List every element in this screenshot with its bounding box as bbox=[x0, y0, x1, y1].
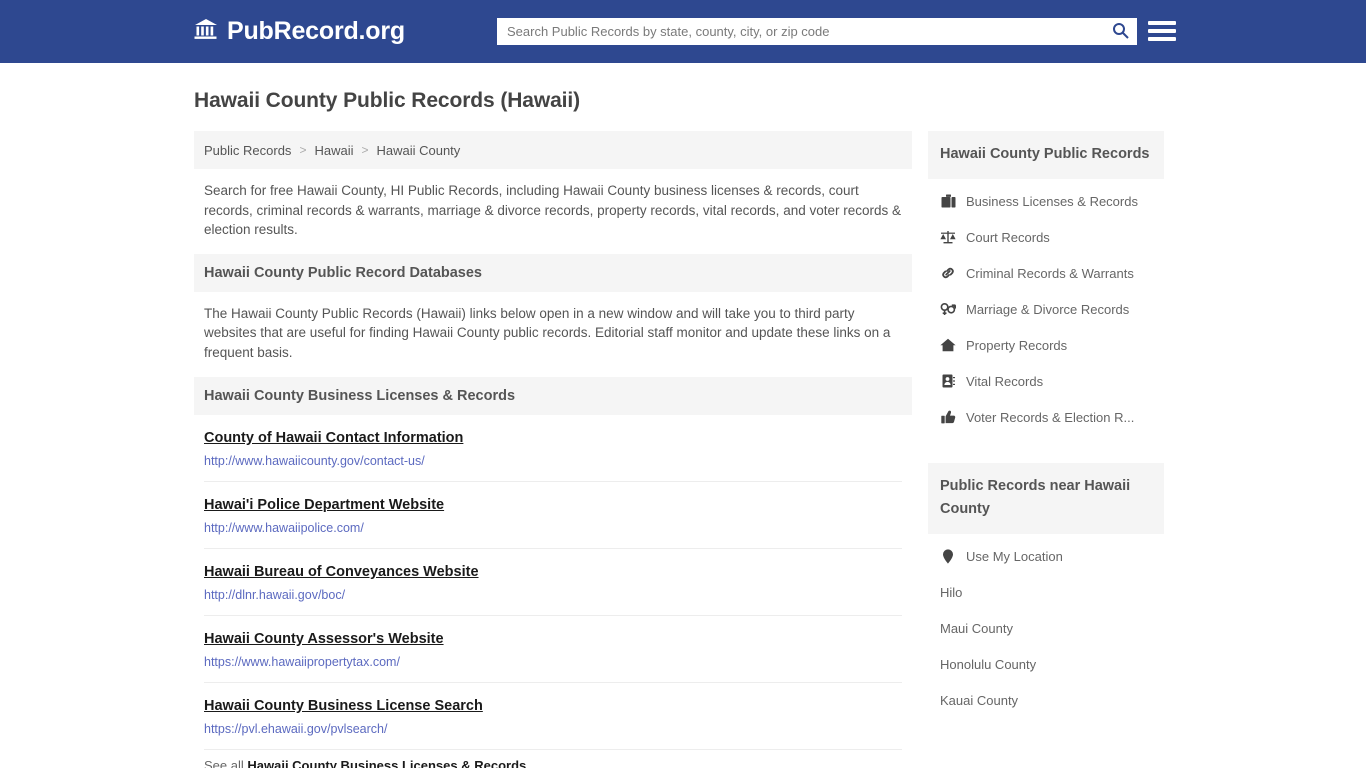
home-icon bbox=[940, 337, 956, 353]
sidebar-item-criminal-records[interactable]: Criminal Records & Warrants bbox=[928, 255, 1164, 291]
thumbs-up-icon bbox=[940, 409, 956, 425]
section-heading-business-licenses: Hawaii County Business Licenses & Record… bbox=[194, 376, 912, 415]
content-columns: Public Records > Hawaii > Hawaii County … bbox=[194, 131, 1172, 768]
sidebar-item-property-records[interactable]: Property Records bbox=[928, 327, 1164, 363]
sidebar-item-label: Use My Location bbox=[966, 548, 1063, 564]
sidebar: Hawaii County Public Records Business Li… bbox=[928, 131, 1164, 726]
sidebar-item-label: Business Licenses & Records bbox=[966, 193, 1138, 209]
sidebar-heading-near: Public Records near Hawaii County bbox=[928, 463, 1164, 534]
site-logo-link[interactable]: PubRecord.org bbox=[194, 17, 405, 46]
sidebar-item-label: Maui County bbox=[940, 620, 1013, 636]
list-item: Hawaii County Assessor's Website https:/… bbox=[204, 616, 902, 683]
intro-paragraph: Search for free Hawaii County, HI Public… bbox=[204, 183, 901, 238]
sidebar-item-label: Court Records bbox=[966, 229, 1050, 245]
map-pin-icon bbox=[940, 548, 956, 564]
sidebar-item-label: Honolulu County bbox=[940, 656, 1037, 672]
sidebar-item-marriage-divorce[interactable]: Marriage & Divorce Records bbox=[928, 291, 1164, 327]
record-link-title[interactable]: Hawaii Bureau of Conveyances Website bbox=[204, 564, 479, 580]
sidebar-item-hilo[interactable]: Hilo bbox=[928, 574, 1164, 610]
sidebar-item-label: Marriage & Divorce Records bbox=[966, 301, 1130, 317]
sidebar-item-use-my-location[interactable]: Use My Location bbox=[928, 538, 1164, 574]
page-container: Hawaii County Public Records (Hawaii) Pu… bbox=[0, 89, 1366, 768]
record-link-title[interactable]: Hawaii County Business License Search bbox=[204, 698, 483, 714]
link-chain-icon bbox=[940, 265, 956, 281]
sidebar-item-honolulu-county[interactable]: Honolulu County bbox=[928, 646, 1164, 682]
record-link-title[interactable]: Hawai'i Police Department Website bbox=[204, 497, 444, 513]
list-item: Hawaii County Business License Search ht… bbox=[204, 683, 902, 750]
breadcrumb: Public Records > Hawaii > Hawaii County bbox=[194, 131, 912, 169]
section-heading-databases: Hawaii County Public Record Databases bbox=[194, 253, 912, 292]
search-bar bbox=[497, 18, 1137, 45]
sidebar-item-vital-records[interactable]: Vital Records bbox=[928, 363, 1164, 399]
hamburger-menu-button[interactable] bbox=[1148, 18, 1176, 44]
record-link-url[interactable]: https://www.hawaiipropertytax.com/ bbox=[204, 655, 902, 669]
sidebar-item-maui-county[interactable]: Maui County bbox=[928, 610, 1164, 646]
hamburger-menu-icon bbox=[1148, 29, 1176, 33]
sidebar-item-business-licenses[interactable]: Business Licenses & Records bbox=[928, 183, 1164, 219]
address-book-icon bbox=[940, 373, 956, 389]
business-links-list: County of Hawaii Contact Information htt… bbox=[194, 415, 912, 768]
sidebar-near-block: Public Records near Hawaii County Use My… bbox=[928, 463, 1164, 726]
sidebar-heading-records: Hawaii County Public Records bbox=[928, 131, 1164, 179]
record-link-url[interactable]: http://dlnr.hawaii.gov/boc/ bbox=[204, 588, 902, 602]
sidebar-near-list: Use My Location Hilo Maui County Honolul… bbox=[928, 534, 1164, 726]
venus-mars-icon bbox=[940, 301, 956, 317]
sidebar-item-label: Kauai County bbox=[940, 692, 1019, 708]
sidebar-item-label: Voter Records & Election R... bbox=[966, 409, 1135, 425]
page-title: Hawaii County Public Records (Hawaii) bbox=[194, 89, 581, 112]
breadcrumb-item-hawaii[interactable]: Hawaii bbox=[314, 143, 353, 158]
list-item: County of Hawaii Contact Information htt… bbox=[204, 415, 902, 482]
sidebar-item-label: Hilo bbox=[940, 584, 963, 600]
sidebar-item-voter-records[interactable]: Voter Records & Election R... bbox=[928, 399, 1164, 435]
scales-icon bbox=[940, 229, 956, 245]
search-button[interactable] bbox=[1103, 18, 1137, 45]
site-logo-text: PubRecord.org bbox=[227, 17, 405, 45]
record-link-url[interactable]: https://pvl.ehawaii.gov/pvlsearch/ bbox=[204, 722, 902, 736]
breadcrumb-item-public-records[interactable]: Public Records bbox=[204, 143, 291, 158]
bank-icon bbox=[194, 18, 218, 45]
breadcrumb-item-hawaii-county[interactable]: Hawaii County bbox=[376, 143, 460, 158]
sidebar-item-label: Vital Records bbox=[966, 373, 1044, 389]
record-link-url[interactable]: http://www.hawaiicounty.gov/contact-us/ bbox=[204, 454, 902, 468]
sidebar-item-kauai-county[interactable]: Kauai County bbox=[928, 682, 1164, 718]
sidebar-item-label: Criminal Records & Warrants bbox=[966, 265, 1134, 281]
see-all-row: See all Hawaii County Business Licenses … bbox=[204, 750, 902, 768]
list-item: Hawaii Bureau of Conveyances Website htt… bbox=[204, 549, 902, 616]
record-link-title[interactable]: County of Hawaii Contact Information bbox=[204, 430, 463, 446]
sidebar-item-court-records[interactable]: Court Records bbox=[928, 219, 1164, 255]
see-all-link[interactable]: Hawaii County Business Licenses & Record… bbox=[247, 758, 526, 768]
list-item: Hawai'i Police Department Website http:/… bbox=[204, 482, 902, 549]
hamburger-menu-icon bbox=[1148, 37, 1176, 41]
search-icon bbox=[1112, 22, 1129, 42]
see-all-prefix: See all bbox=[204, 757, 248, 768]
hamburger-menu-icon bbox=[1148, 21, 1176, 25]
sidebar-item-label: Property Records bbox=[966, 337, 1068, 353]
sidebar-records-list: Business Licenses & Records Court Record… bbox=[928, 179, 1164, 443]
record-link-url[interactable]: http://www.hawaiipolice.com/ bbox=[204, 521, 902, 535]
record-link-title[interactable]: Hawaii County Assessor's Website bbox=[204, 631, 444, 647]
main-column: Public Records > Hawaii > Hawaii County … bbox=[194, 131, 912, 768]
breadcrumb-separator: > bbox=[299, 143, 307, 157]
breadcrumb-separator: > bbox=[361, 143, 369, 157]
briefcase-icon bbox=[940, 193, 956, 209]
databases-paragraph: The Hawaii County Public Records (Hawaii… bbox=[204, 305, 891, 360]
search-input[interactable] bbox=[497, 18, 1103, 45]
site-header: PubRecord.org bbox=[0, 0, 1366, 63]
